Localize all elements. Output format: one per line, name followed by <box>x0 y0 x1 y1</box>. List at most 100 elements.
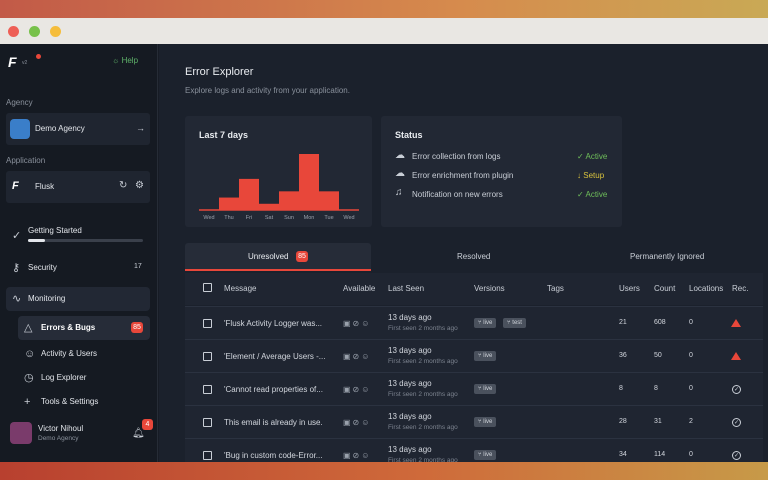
getting-started-label: Getting Started <box>28 226 82 235</box>
row-users: 8 <box>619 385 623 392</box>
app-window: F v2 ☼ Help Agency Demo Agency → Applica… <box>0 18 768 462</box>
available-icons: ▣⊘☺ <box>343 385 372 394</box>
errors-bar-chart: Wed Thu Fri Sat Sun Mon Tue Wed <box>199 154 359 221</box>
row-first-seen: First seen 2 months ago <box>388 391 458 398</box>
chart-bar[interactable] <box>239 178 259 210</box>
window-titlebar <box>0 18 768 44</box>
flusk-logo[interactable]: F <box>8 54 17 70</box>
row-first-seen: First seen 2 months ago <box>388 457 458 462</box>
table-row[interactable]: 'Cannot read properties of... ▣⊘☺ 13 days … <box>185 372 763 405</box>
chart-bar[interactable] <box>259 203 279 210</box>
table-row[interactable]: This email is already in use. ▣⊘☺ 13 days … <box>185 405 763 438</box>
row-count: 31 <box>654 418 662 425</box>
row-locations: 2 <box>689 418 693 425</box>
version-tag[interactable]: ⑂ live <box>474 417 497 427</box>
agency-selector[interactable]: Demo Agency → <box>6 113 150 145</box>
user-name: Victor Nihoul <box>38 424 84 433</box>
plus-icon: + <box>24 396 31 408</box>
header-users[interactable]: Users <box>619 284 640 293</box>
header-locations[interactable]: Locations <box>689 284 723 293</box>
version-tag-text: live <box>483 419 493 425</box>
user-org: Demo Agency <box>38 435 79 442</box>
tab-unresolved[interactable]: Unresolved 85 <box>185 243 371 271</box>
version-tag[interactable]: ⑂ live <box>474 318 497 328</box>
getting-started-progress-fill <box>28 239 46 242</box>
help-icon: ☼ <box>112 56 122 65</box>
row-checkbox[interactable] <box>203 319 212 328</box>
row-users: 36 <box>619 352 627 359</box>
header-rec[interactable]: Rec. <box>732 284 748 293</box>
table-row[interactable]: 'Flusk Activity Logger was... ▣⊘☺ 13 days … <box>185 306 763 339</box>
status-state[interactable]: ↓ Setup <box>577 171 604 180</box>
minimize-button[interactable] <box>50 26 61 37</box>
status-state: ✓ Active <box>577 152 608 161</box>
chart-x-tick-label: Wed <box>343 215 354 221</box>
bell-icon: ♫ <box>395 187 403 198</box>
select-all-checkbox[interactable] <box>203 283 212 292</box>
row-checkbox[interactable] <box>203 352 212 361</box>
help-link[interactable]: ☼ Help <box>112 56 138 65</box>
header-available[interactable]: Available <box>343 284 375 293</box>
row-first-seen: First seen 2 months ago <box>388 325 458 332</box>
sidebar-item-security[interactable]: ⚷ Security 17 <box>6 256 150 280</box>
row-checkbox[interactable] <box>203 451 212 460</box>
table-row[interactable]: 'Bug in custom code-Error... ▣⊘☺ 13 days a… <box>185 438 763 462</box>
refresh-icon[interactable]: ↻ <box>119 180 127 191</box>
row-message: 'Element / Average Users -... <box>224 352 326 361</box>
chart-bar[interactable] <box>219 197 239 210</box>
header-versions[interactable]: Versions <box>474 284 505 293</box>
warning-icon <box>731 319 741 327</box>
tools-settings-label: Tools & Settings <box>41 397 99 406</box>
available-icons: ▣⊘☺ <box>343 451 372 460</box>
chart-bar[interactable] <box>279 191 299 210</box>
errors-count-badge: 85 <box>131 322 143 333</box>
header-message[interactable]: Message <box>224 284 256 293</box>
chart-bar[interactable] <box>319 191 339 210</box>
header-tags[interactable]: Tags <box>547 284 564 293</box>
version-tag[interactable]: ⑂ live <box>474 351 497 361</box>
activity-icon: ∿ <box>12 293 22 305</box>
version-tag[interactable]: ⑂ live <box>474 384 497 394</box>
sidebar-item-monitoring[interactable]: ∿ Monitoring <box>6 287 150 311</box>
row-users: 28 <box>619 418 627 425</box>
errors-bugs-label: Errors & Bugs <box>41 323 96 332</box>
row-last-seen: 13 days ago <box>388 445 432 454</box>
monitoring-label: Monitoring <box>28 294 66 303</box>
chart-bar[interactable] <box>299 154 319 210</box>
notification-badge: 4 <box>142 419 153 430</box>
sidebar-item-tools-settings[interactable]: + Tools & Settings <box>18 390 150 414</box>
check-circle-icon: ✓ <box>12 230 22 242</box>
warning-icon <box>731 352 741 360</box>
app-name: Flusk <box>35 182 55 191</box>
row-users: 21 <box>619 319 627 326</box>
agency-avatar <box>10 119 30 139</box>
status-item-label: Notification on new errors <box>412 190 503 199</box>
version-tag[interactable]: ⑂ live <box>474 450 497 460</box>
getting-started-progress <box>28 239 143 242</box>
sidebar-item-activity-users[interactable]: ☺ Activity & Users <box>18 342 150 366</box>
table-row[interactable]: 'Element / Average Users -... ▣⊘☺ 13 days … <box>185 339 763 372</box>
help-label: Help <box>121 56 139 65</box>
sidebar-item-errors-bugs[interactable]: △ Errors & Bugs 85 <box>18 316 150 340</box>
user-avatar[interactable] <box>10 422 32 444</box>
sidebar-item-getting-started[interactable]: ✓ Getting Started <box>6 224 150 248</box>
header-count[interactable]: Count <box>654 284 675 293</box>
app-selector[interactable]: F Flusk ↻ ⚙ <box>6 171 150 203</box>
version-tag-text: live <box>483 452 493 458</box>
gear-icon[interactable]: ⚙ <box>135 180 144 191</box>
version-tag-text: test <box>512 320 522 326</box>
row-checkbox[interactable] <box>203 385 212 394</box>
close-button[interactable] <box>8 26 19 37</box>
row-checkbox[interactable] <box>203 418 212 427</box>
version-tag[interactable]: ⑂ test <box>503 318 526 328</box>
available-icons: ▣⊘☺ <box>343 319 372 328</box>
tab-resolved[interactable]: Resolved <box>371 243 579 271</box>
row-first-seen: First seen 2 months ago <box>388 424 458 431</box>
row-message: 'Bug in custom code-Error... <box>224 451 323 460</box>
row-message: 'Flusk Activity Logger was... <box>224 319 323 328</box>
status-item-label: Error enrichment from plugin <box>412 171 514 180</box>
tab-permanently-ignored[interactable]: Permanently Ignored <box>579 243 763 271</box>
sidebar-item-log-explorer[interactable]: ◷ Log Explorer <box>18 366 150 390</box>
maximize-button[interactable] <box>29 26 40 37</box>
header-last-seen[interactable]: Last Seen <box>388 284 424 293</box>
